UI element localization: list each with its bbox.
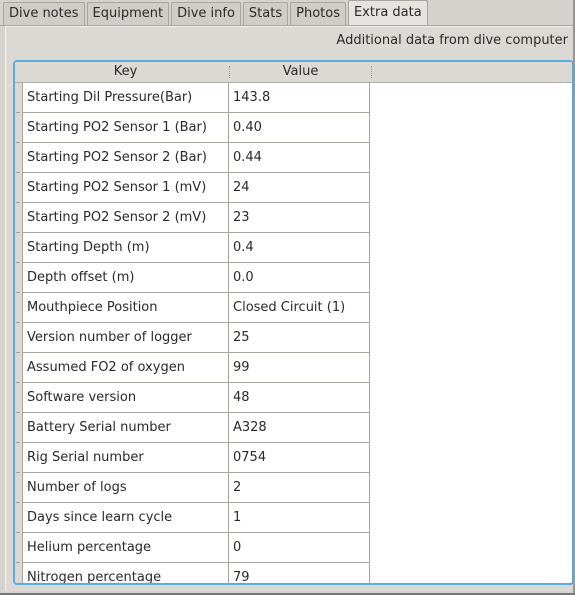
key-cell[interactable]: Battery Serial number [22, 413, 229, 443]
row-divider-mark [16, 172, 20, 173]
tab-photos[interactable]: Photos [290, 2, 346, 25]
value-cell[interactable]: 48 [229, 383, 370, 413]
row-divider-mark [16, 352, 20, 353]
key-cell[interactable]: Rig Serial number [22, 443, 229, 473]
value-cell[interactable]: 0.4 [229, 233, 370, 263]
row-divider-mark [16, 472, 20, 473]
row-divider-mark [16, 142, 20, 143]
key-cell[interactable]: Mouthpiece Position [22, 293, 229, 323]
row-divider-mark [16, 502, 20, 503]
row-divider-mark [16, 562, 20, 563]
row-divider-mark [16, 202, 20, 203]
key-cell[interactable]: Helium percentage [22, 533, 229, 563]
row-divider-mark [16, 112, 20, 113]
row-divider-mark [16, 322, 20, 323]
key-cell[interactable]: Starting PO2 Sensor 1 (Bar) [22, 113, 229, 143]
value-cell[interactable]: 79 [229, 563, 370, 583]
tab-bar: Dive notes Equipment Dive info Stats Pho… [0, 0, 575, 26]
value-cell[interactable]: 0754 [229, 443, 370, 473]
key-cell[interactable]: Starting PO2 Sensor 2 (Bar) [22, 143, 229, 173]
value-cell[interactable]: 0.44 [229, 143, 370, 173]
value-cell[interactable]: 1 [229, 503, 370, 533]
row-divider-mark [16, 232, 20, 233]
value-cell[interactable]: 24 [229, 173, 370, 203]
value-cell[interactable]: 0.0 [229, 263, 370, 293]
column-resize-handle[interactable] [371, 66, 373, 78]
key-cell[interactable]: Software version [22, 383, 229, 413]
column-header-value[interactable]: Value [230, 62, 371, 82]
value-cell[interactable]: 143.8 [229, 83, 370, 113]
key-cell[interactable]: Starting Depth (m) [22, 233, 229, 263]
value-cell[interactable]: A328 [229, 413, 370, 443]
key-cell[interactable]: Version number of logger [22, 323, 229, 353]
key-cell[interactable]: Assumed FO2 of oxygen [22, 353, 229, 383]
row-divider-mark [16, 382, 20, 383]
key-cell[interactable]: Number of logs [22, 473, 229, 503]
tab-dive-info[interactable]: Dive info [171, 2, 241, 25]
value-cell[interactable]: 2 [229, 473, 370, 503]
row-divider-mark [16, 262, 20, 263]
value-cell[interactable]: 0 [229, 533, 370, 563]
key-cell[interactable]: Depth offset (m) [22, 263, 229, 293]
value-cell[interactable]: 0.40 [229, 113, 370, 143]
value-cell[interactable]: Closed Circuit (1) [229, 293, 370, 323]
tab-dive-notes[interactable]: Dive notes [3, 2, 85, 25]
key-cell[interactable]: Starting Dil Pressure(Bar) [22, 83, 229, 113]
key-cell[interactable]: Nitrogen percentage [22, 563, 229, 583]
row-header-gutter [15, 83, 22, 583]
key-cell[interactable]: Starting PO2 Sensor 1 (mV) [22, 173, 229, 203]
key-cell[interactable]: Days since learn cycle [22, 503, 229, 533]
tab-extra-data[interactable]: Extra data [347, 0, 428, 25]
extra-data-description: Additional data from dive computer [336, 33, 568, 48]
row-divider-mark [16, 532, 20, 533]
key-cell[interactable]: Starting PO2 Sensor 2 (mV) [22, 203, 229, 233]
extra-data-table: Key Value Starting Dil Pressure(Bar) 143.… [13, 60, 574, 585]
row-divider-mark [16, 412, 20, 413]
row-divider-mark [16, 442, 20, 443]
column-header-key[interactable]: Key [22, 62, 229, 82]
value-cell[interactable]: 99 [229, 353, 370, 383]
row-divider-mark [16, 292, 20, 293]
tab-equipment[interactable]: Equipment [86, 2, 170, 25]
value-cell[interactable]: 23 [229, 203, 370, 233]
value-cell[interactable]: 25 [229, 323, 370, 353]
tab-stats[interactable]: Stats [242, 2, 289, 25]
table-header: Key Value [15, 62, 572, 83]
